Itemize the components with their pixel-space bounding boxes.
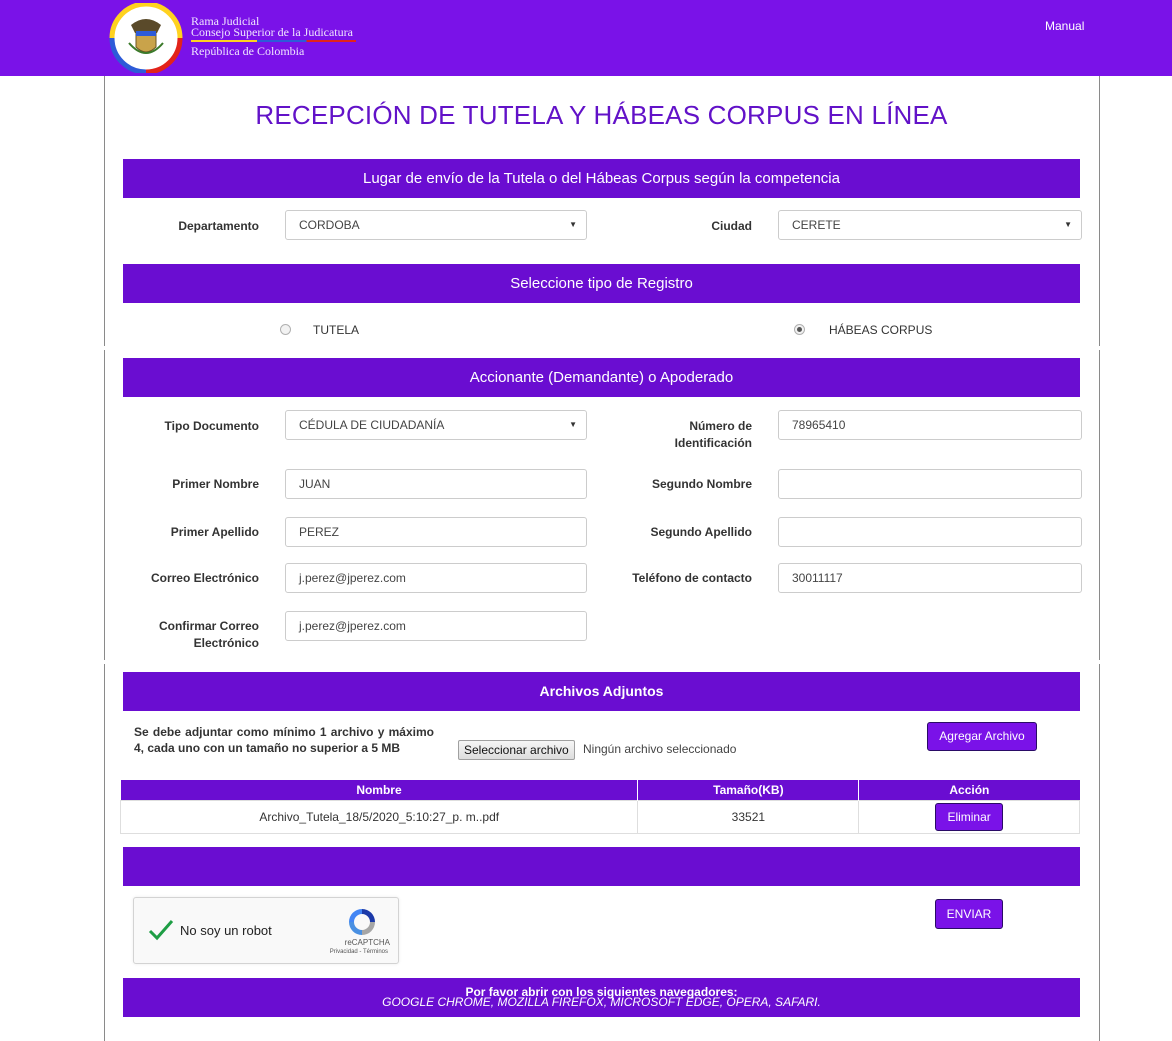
- attachment-requirements-note: Se debe adjuntar como mínimo 1 archivo y…: [134, 725, 434, 755]
- recaptcha-label: No soy un robot: [180, 923, 272, 938]
- column-header-accion: Acción: [858, 780, 1080, 800]
- frame-line-left-3: [104, 664, 105, 1041]
- file-action-cell: Eliminar: [858, 799, 1080, 834]
- column-header-tamano: Tamaño(KB): [637, 780, 860, 800]
- correo-electronico-label: Correo Electrónico: [150, 571, 259, 585]
- no-file-selected-text: Ningún archivo seleccionado: [583, 742, 737, 756]
- departamento-label: Departamento: [178, 219, 259, 233]
- ciudad-select[interactable]: CERETE ▼: [778, 210, 1082, 240]
- frame-line-right-3: [1099, 664, 1100, 1041]
- confirmar-correo-input[interactable]: j.perez@jperez.com: [285, 611, 587, 641]
- delete-file-button[interactable]: Eliminar: [935, 802, 1004, 831]
- top-header-bar: Rama Judicial Consejo Superior de la Jud…: [0, 0, 1172, 76]
- confirmar-correo-label-line2: Electrónico: [193, 636, 259, 650]
- registro-section-heading: Seleccione tipo de Registro: [123, 264, 1080, 303]
- radio-tutela-label: TUTELA: [313, 323, 360, 337]
- primer-apellido-input[interactable]: PEREZ: [285, 517, 587, 547]
- flag-color-rule: [191, 40, 356, 42]
- page-title: RECEPCIÓN DE TUTELA Y HÁBEAS CORPUS EN L…: [255, 100, 948, 130]
- departamento-selected-value: CORDOBA: [299, 218, 360, 232]
- file-size-cell: 33521: [637, 799, 860, 834]
- segundo-nombre-input[interactable]: [778, 469, 1082, 499]
- file-name-cell: Archivo_Tutela_18/5/2020_5:10:27_p. m..p…: [119, 799, 639, 834]
- numero-identificacion-label-line1: Número de: [689, 419, 752, 433]
- org-name-block: Rama Judicial Consejo Superior de la Jud…: [191, 15, 356, 58]
- telefono-contacto-label: Teléfono de contacto: [632, 571, 752, 585]
- accionante-section-heading: Accionante (Demandante) o Apoderado: [123, 358, 1080, 397]
- departamento-select[interactable]: CORDOBA ▼: [285, 210, 587, 240]
- column-header-nombre: Nombre: [120, 780, 639, 800]
- submit-button[interactable]: ENVIAR: [935, 899, 1003, 929]
- org-line-3: República de Colombia: [191, 44, 305, 58]
- tipo-documento-select[interactable]: CÉDULA DE CIUDADANÍA ▼: [285, 410, 587, 440]
- chevron-down-icon: ▼: [569, 220, 577, 229]
- org-line-2: Consejo Superior de la Judicatura: [191, 25, 353, 39]
- browser-notice-line2: GOOGLE CHROME, MOZILLA FIREFOX, MICROSOF…: [382, 995, 821, 1009]
- manual-link[interactable]: Manual: [1045, 19, 1084, 33]
- chevron-down-icon: ▼: [569, 420, 577, 429]
- attached-files-table: Nombre Tamaño(KB) Acción Archivo_Tutela_…: [119, 780, 1080, 834]
- ciudad-label: Ciudad: [711, 219, 752, 233]
- confirmar-correo-label-line1: Confirmar Correo: [158, 619, 259, 633]
- tipo-documento-selected-value: CÉDULA DE CIUDADANÍA: [299, 418, 445, 432]
- table-row: Archivo_Tutela_18/5/2020_5:10:27_p. m..p…: [119, 799, 1080, 834]
- chevron-down-icon: ▼: [1064, 220, 1072, 229]
- numero-identificacion-label-line2: Identificación: [674, 436, 752, 450]
- radio-habeas-corpus-label: HÁBEAS CORPUS: [829, 323, 933, 337]
- table-header-row: Nombre Tamaño(KB) Acción: [120, 780, 1080, 800]
- recaptcha-logo-icon: [349, 909, 375, 935]
- empty-section-band: [123, 847, 1080, 886]
- archivos-section-heading: Archivos Adjuntos: [123, 672, 1080, 711]
- correo-electronico-input[interactable]: j.perez@jperez.com: [285, 563, 587, 593]
- location-section-heading: Lugar de envío de la Tutela o del Hábeas…: [123, 159, 1080, 198]
- add-file-button[interactable]: Agregar Archivo: [927, 722, 1037, 751]
- segundo-apellido-label: Segundo Apellido: [650, 525, 752, 539]
- segundo-nombre-label: Segundo Nombre: [651, 477, 752, 491]
- recaptcha-brand-text: reCAPTCHA: [344, 938, 390, 947]
- radio-habeas-corpus[interactable]: [794, 324, 805, 335]
- tipo-documento-label: Tipo Documento: [164, 419, 259, 433]
- segundo-apellido-input[interactable]: [778, 517, 1082, 547]
- frame-line-right-2: [1099, 350, 1100, 660]
- ciudad-selected-value: CERETE: [792, 218, 841, 232]
- browser-notice-footer: Por favor abrir con los siguientes naveg…: [123, 978, 1080, 1017]
- numero-identificacion-input[interactable]: 78965410: [778, 410, 1082, 440]
- primer-apellido-label: Primer Apellido: [170, 525, 259, 539]
- telefono-contacto-input[interactable]: 30011117: [778, 563, 1082, 593]
- primer-nombre-input[interactable]: JUAN: [285, 469, 587, 499]
- numero-identificacion-label: Número de Identificación: [600, 418, 752, 452]
- confirmar-correo-label: Confirmar Correo Electrónico: [120, 618, 259, 652]
- select-file-button[interactable]: Seleccionar archivo: [458, 740, 575, 760]
- recaptcha-widget[interactable]: No soy un robot reCAPTCHA Privacidad - T…: [133, 897, 399, 964]
- coat-of-arms-logo: [109, 3, 183, 73]
- recaptcha-terms-link[interactable]: Privacidad - Términos: [134, 949, 388, 955]
- frame-line-left-2: [104, 350, 105, 660]
- primer-nombre-label: Primer Nombre: [172, 477, 259, 491]
- radio-tutela[interactable]: [280, 324, 291, 335]
